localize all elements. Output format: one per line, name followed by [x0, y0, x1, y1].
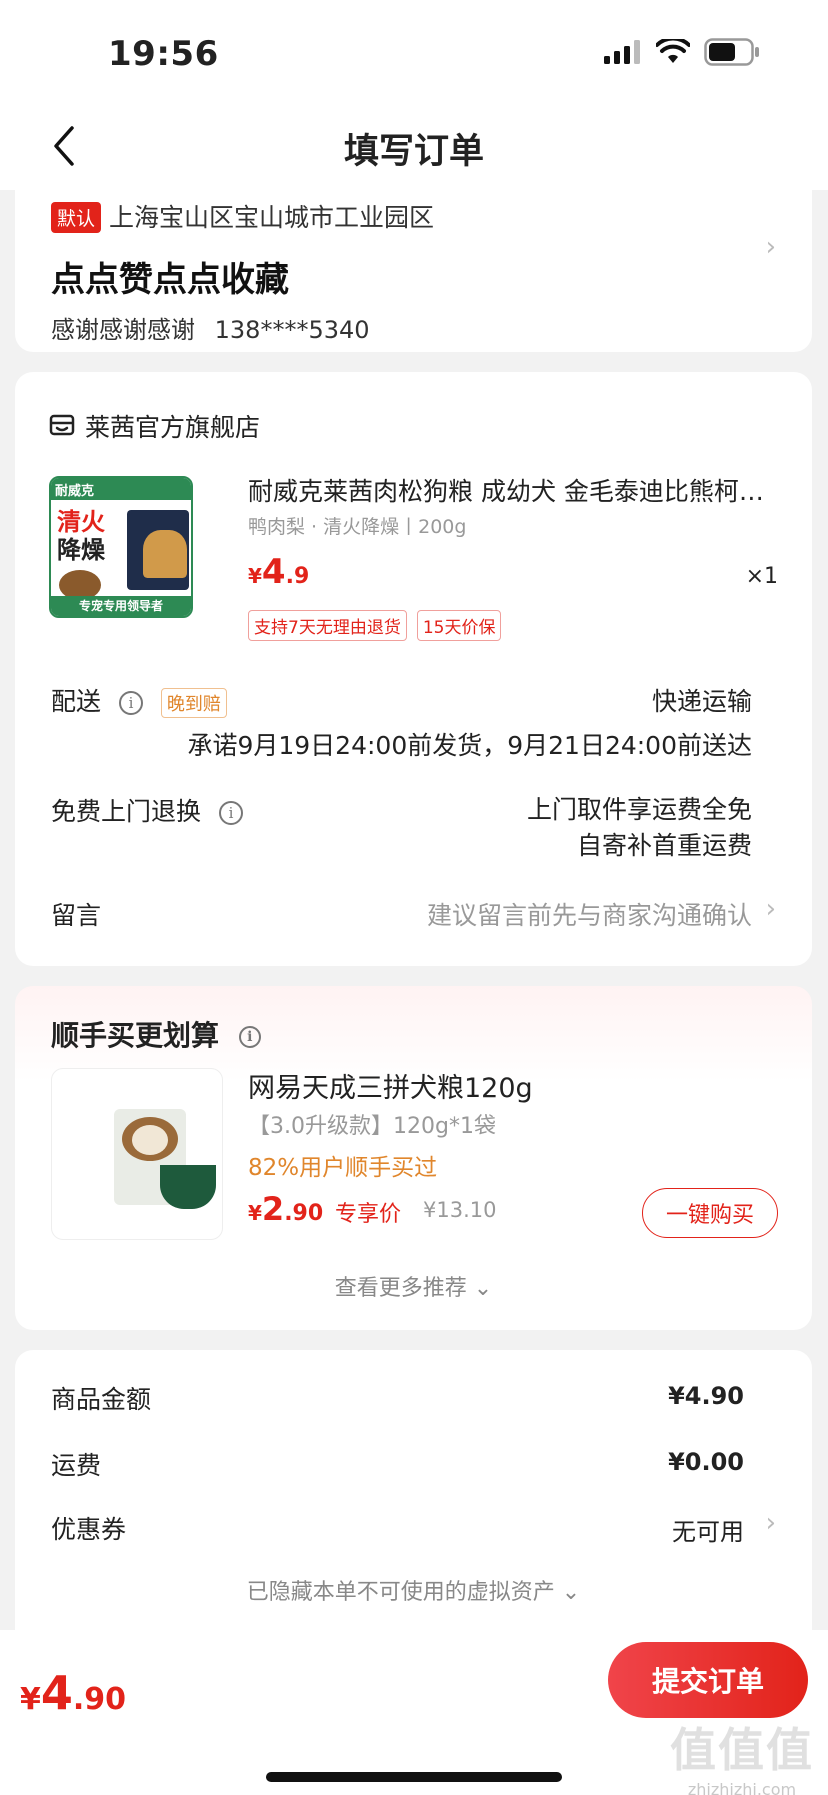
chevron-right-icon: ›	[765, 894, 776, 924]
default-address-badge: 默认	[51, 202, 102, 233]
info-icon[interactable]: i	[118, 691, 143, 715]
delivery-label: 配送	[51, 687, 102, 716]
original-price: ¥13.10	[423, 1198, 497, 1222]
recommend-product-spec: 【3.0升级款】120g*1袋	[248, 1114, 496, 1139]
shipping-value: ¥0.00	[668, 1448, 744, 1476]
service-badges: 支持7天无理由退货 15天价保	[248, 610, 502, 641]
nav-bar: 填写订单	[0, 105, 828, 190]
product-image[interactable]: 耐威克 清火 降燥 专宠专用领导者	[49, 476, 193, 618]
recommend-product-price: ¥2.90	[248, 1190, 324, 1228]
message-input[interactable]: 建议留言前先与商家沟通确认	[427, 896, 752, 932]
watermark-url: zhizhizhi.com	[687, 1780, 797, 1795]
recommend-product-image[interactable]	[51, 1068, 223, 1240]
product-price: ¥4.9	[248, 552, 310, 592]
recipient-title: 点点赞点点收藏	[51, 260, 289, 300]
info-icon[interactable]: i	[238, 1026, 261, 1048]
status-bar: 19:56	[0, 0, 828, 105]
total-price: ¥4.90	[20, 1666, 127, 1720]
late-compensation-badge: 晚到赔	[160, 688, 227, 718]
recommend-product-name[interactable]: 网易天成三拼犬粮120g	[248, 1066, 533, 1105]
hidden-assets-toggle[interactable]: 已隐藏本单不可使用的虚拟资产 ⌄	[15, 1574, 812, 1606]
address-line: 上海宝山区宝山城市工业园区	[109, 203, 435, 232]
store-card: 莱茜官方旗舰店 耐威克 清火 降燥 专宠专用领导者 耐威克莱茜肉松狗粮 成幼犬 …	[15, 372, 812, 966]
return-line-1: 上门取件享运费全免	[526, 795, 752, 824]
watermark-logo: 值值值 zhizhizhi.com	[670, 1714, 814, 1795]
submit-order-button[interactable]: 提交订单	[608, 1642, 808, 1718]
coupon-value[interactable]: 无可用	[672, 1512, 744, 1547]
summary-card: 商品金额 ¥4.90 运费 ¥0.00 优惠券 无可用 › 已隐藏本单不可使用的…	[15, 1350, 812, 1635]
product-image-text-2: 降燥	[57, 536, 105, 564]
delivery-row: 配送 i 晚到赔	[51, 682, 227, 718]
return-label: 免费上门退换	[51, 797, 202, 826]
chevron-right-icon: ›	[765, 232, 776, 262]
exclusive-price-label: 专享价	[335, 1202, 402, 1227]
status-time: 19:56	[108, 34, 219, 74]
shipping-label: 运费	[51, 1451, 102, 1480]
wifi-icon	[656, 39, 690, 63]
address-card[interactable]: 默认 上海宝山区宝山城市工业园区 点点赞点点收藏 感谢感谢感谢 138****5…	[15, 180, 812, 352]
recipient-phone: 138****5340	[214, 316, 370, 344]
watermark-text: 值值值	[670, 1723, 814, 1777]
return-line-2: 自寄补首重运费	[576, 831, 752, 860]
bottom-bar: ¥4.90 提交订单 值值值 zhizhizhi.com	[0, 1630, 828, 1795]
coupon-label: 优惠券	[51, 1515, 127, 1544]
store-icon	[49, 414, 75, 436]
return-policy-badge: 支持7天无理由退货	[248, 610, 407, 641]
delivery-promise: 承诺9月19日24:00前发货，9月21日24:00前送达	[187, 731, 752, 760]
store-name[interactable]: 莱茜官方旗舰店	[85, 408, 260, 444]
one-click-buy-button[interactable]: 一键购买	[642, 1188, 778, 1238]
return-row: 免费上门退换 i	[51, 792, 243, 828]
message-label: 留言	[51, 901, 102, 930]
battery-icon	[704, 38, 759, 66]
info-icon[interactable]: i	[218, 801, 243, 825]
product-title[interactable]: 耐威克莱茜肉松狗粮 成幼犬 金毛泰迪比熊柯…	[248, 472, 786, 508]
status-icons	[604, 38, 760, 66]
goods-amount-label: 商品金额	[51, 1385, 152, 1414]
product-image-footer: 专宠专用领导者	[51, 596, 191, 616]
recipient-contact: 感谢感谢感谢 138****5340	[51, 310, 370, 345]
product-image-brand: 耐威克	[55, 484, 95, 499]
price-protect-badge: 15天价保	[416, 610, 502, 641]
recommend-title: 顺手买更划算 i	[51, 1014, 261, 1054]
goods-amount-value: ¥4.90	[668, 1382, 744, 1410]
delivery-method[interactable]: 快递运输	[652, 682, 752, 718]
product-image-text-1: 清火	[57, 508, 105, 536]
page-title: 填写订单	[343, 132, 484, 172]
recommend-product-popularity: 82%用户顺手买过	[248, 1155, 438, 1181]
product-spec[interactable]: 鸭肉梨 · 清火降燥丨200g	[248, 512, 466, 539]
recommend-card: 顺手买更划算 i 网易天成三拼犬粮120g 【3.0升级款】120g*1袋 82…	[15, 986, 812, 1330]
chevron-right-icon: ›	[765, 1508, 776, 1538]
product-quantity: ×1	[745, 564, 778, 589]
more-recommend-link[interactable]: 查看更多推荐 ⌄	[15, 1270, 812, 1302]
recipient-name: 感谢感谢感谢	[51, 316, 195, 344]
home-indicator[interactable]	[266, 1772, 562, 1782]
signal-icon	[604, 40, 640, 64]
